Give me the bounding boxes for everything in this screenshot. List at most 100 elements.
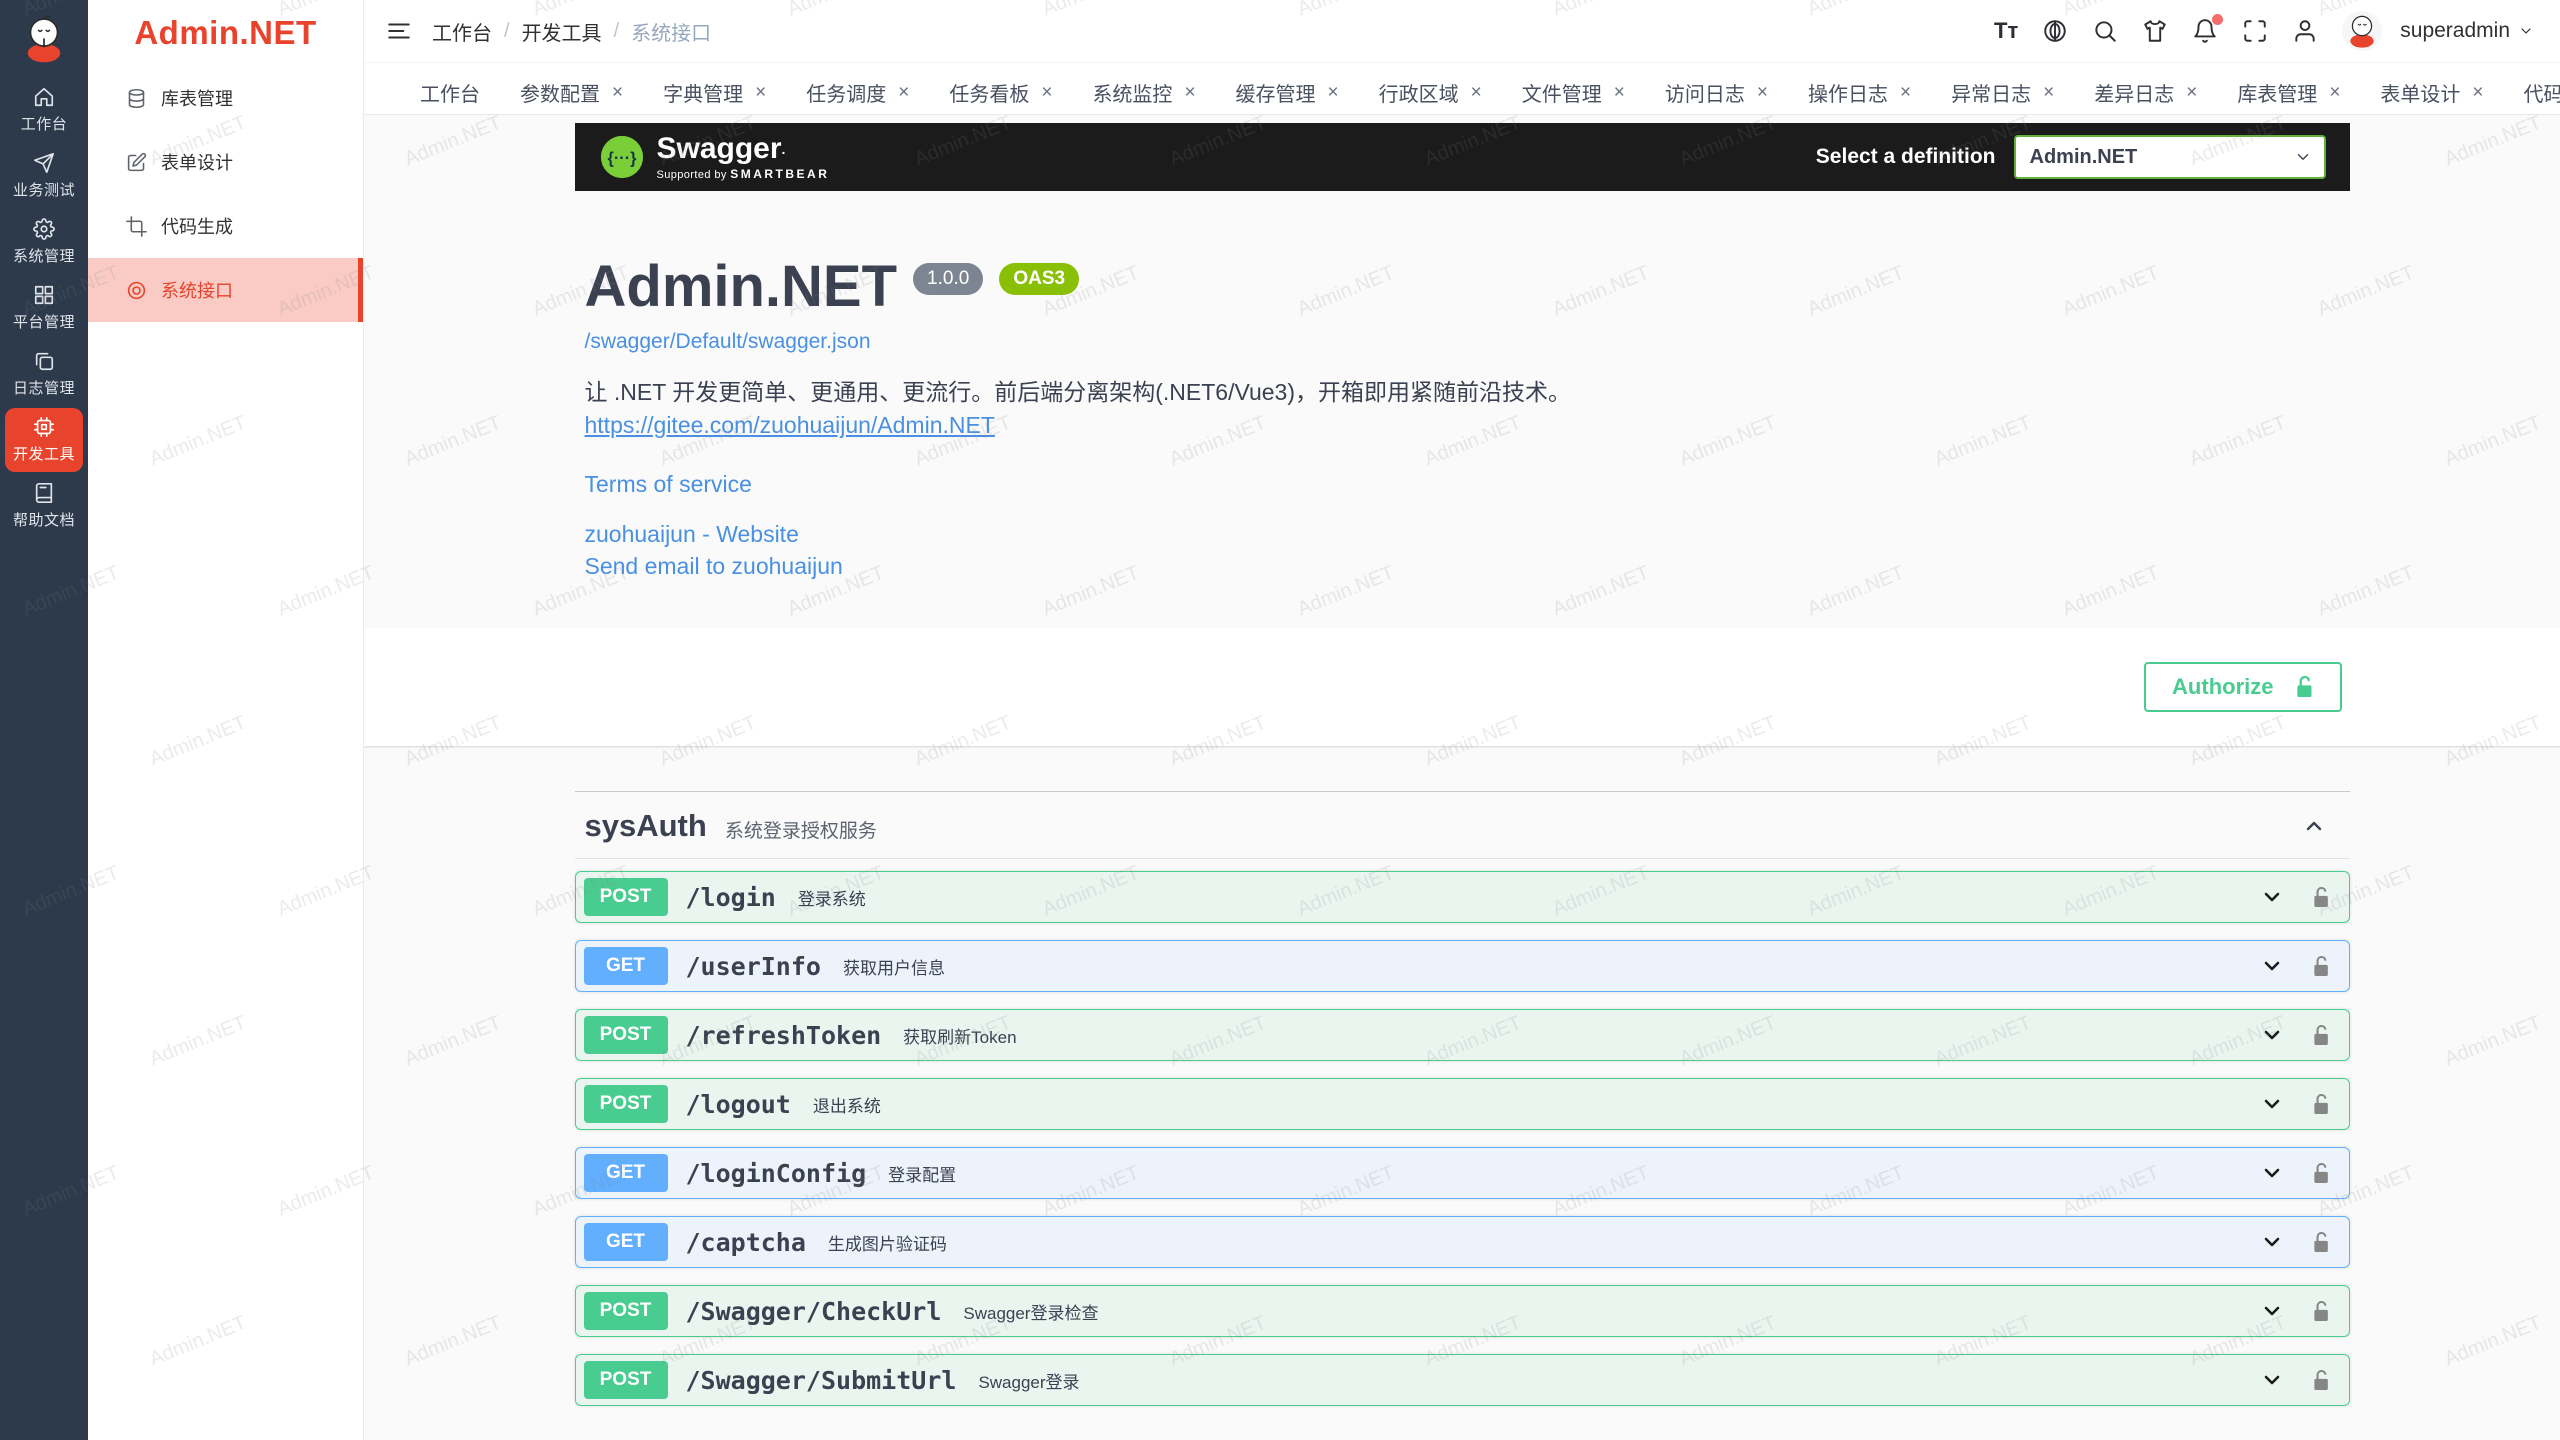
tab-label: 操作日志 <box>1808 78 1888 107</box>
sidebar-item[interactable]: 表单设计 <box>88 130 363 194</box>
tab-close-icon[interactable]: × <box>2043 83 2054 102</box>
search-icon[interactable] <box>2092 18 2118 44</box>
tab-close-icon[interactable]: × <box>2329 83 2340 102</box>
fullscreen-icon[interactable] <box>2242 18 2268 44</box>
terms-of-service-link[interactable]: Terms of service <box>585 471 752 498</box>
view-tab[interactable]: 库表管理 × <box>2217 70 2360 114</box>
chevron-down-icon[interactable] <box>2260 1299 2284 1323</box>
view-tab[interactable]: 任务调度 × <box>786 70 929 114</box>
tab-close-icon[interactable]: × <box>755 83 766 102</box>
lock-open-icon[interactable] <box>2312 1162 2331 1185</box>
tab-close-icon[interactable]: × <box>2186 83 2197 102</box>
api-endpoint-row[interactable]: GET /loginConfig 登录配置 <box>575 1147 2350 1199</box>
lock-open-icon[interactable] <box>2312 1300 2331 1323</box>
lock-open-icon[interactable] <box>2312 955 2331 978</box>
api-endpoint-row[interactable]: POST /login 登录系统 <box>575 871 2350 923</box>
chevron-down-icon[interactable] <box>2260 1230 2284 1254</box>
lock-open-icon[interactable] <box>2312 1231 2331 1254</box>
tab-close-icon[interactable]: × <box>1614 83 1625 102</box>
repo-link[interactable]: https://gitee.com/zuohuaijun/Admin.NET <box>585 412 995 438</box>
lock-open-icon[interactable] <box>2312 1024 2331 1047</box>
tab-label: 字典管理 <box>663 78 743 107</box>
language-icon[interactable] <box>2042 18 2068 44</box>
rail-nav-item[interactable]: 系统管理 <box>5 210 83 274</box>
sidebar-item[interactable]: 代码生成 <box>88 194 363 258</box>
tab-close-icon[interactable]: × <box>612 83 623 102</box>
definition-select[interactable]: Admin.NET <box>2014 135 2326 179</box>
notification-icon[interactable] <box>2192 18 2218 44</box>
tab-label: 异常日志 <box>1951 78 2031 107</box>
rail-nav-item[interactable]: 日志管理 <box>5 342 83 406</box>
api-endpoint-row[interactable]: GET /captcha 生成图片验证码 <box>575 1216 2350 1268</box>
api-endpoint-row[interactable]: POST /refreshToken 获取刷新Token <box>575 1009 2350 1061</box>
spec-json-link[interactable]: /swagger/Default/swagger.json <box>585 330 871 354</box>
theme-shirt-icon[interactable] <box>2142 18 2168 44</box>
tab-label: 缓存管理 <box>1236 78 1316 107</box>
view-tab[interactable]: 任务看板 × <box>929 70 1072 114</box>
rail-nav-item[interactable]: 工作台 <box>5 78 83 142</box>
view-tab[interactable]: 代码生成 × <box>2504 70 2560 114</box>
api-endpoint-row[interactable]: POST /Swagger/SubmitUrl Swagger登录 <box>575 1354 2350 1406</box>
lock-open-icon[interactable] <box>2312 886 2331 909</box>
api-endpoint-row[interactable]: POST /logout 退出系统 <box>575 1078 2350 1130</box>
api-endpoint-row[interactable]: POST /Swagger/CheckUrl Swagger登录检查 <box>575 1285 2350 1337</box>
tab-close-icon[interactable]: × <box>1041 83 1052 102</box>
view-tab[interactable]: 工作台 <box>400 70 500 114</box>
lock-open-icon[interactable] <box>2312 1369 2331 1392</box>
view-tab[interactable]: 表单设计 × <box>2360 70 2503 114</box>
sidebar-collapse-icon[interactable] <box>380 12 418 50</box>
rail-nav-item[interactable]: 开发工具 <box>5 408 83 472</box>
endpoint-path: /captcha <box>686 1228 806 1257</box>
swagger-content: {···} Swagger. Supported by SMARTBEAR Se… <box>364 115 2560 1440</box>
sidebar-item[interactable]: 系统接口 <box>88 258 363 322</box>
view-tab[interactable]: 文件管理 × <box>1502 70 1645 114</box>
user-menu[interactable]: superadmin <box>2400 19 2534 43</box>
rail-nav-item[interactable]: 业务测试 <box>5 144 83 208</box>
contact-website-link[interactable]: zuohuaijun - Website <box>585 518 799 550</box>
sidebar-item[interactable]: 库表管理 <box>88 66 363 130</box>
tab-close-icon[interactable]: × <box>1900 83 1911 102</box>
breadcrumb-item[interactable]: 开发工具 <box>522 17 602 46</box>
view-tab[interactable]: 行政区域 × <box>1359 70 1502 114</box>
chevron-down-icon[interactable] <box>2260 885 2284 909</box>
chevron-down-icon[interactable] <box>2260 1368 2284 1392</box>
endpoint-summary: 登录配置 <box>888 1161 956 1186</box>
api-tag-header[interactable]: sysUser 系统用户服务 <box>575 1423 2350 1440</box>
http-method-badge: GET <box>584 1154 668 1192</box>
definition-picker: Select a definition Admin.NET <box>1816 135 2326 179</box>
tab-close-icon[interactable]: × <box>1328 83 1339 102</box>
chevron-down-icon[interactable] <box>2260 1092 2284 1116</box>
view-tab[interactable]: 缓存管理 × <box>1216 70 1359 114</box>
rail-item-label: 开发工具 <box>13 443 75 464</box>
chevron-down-icon[interactable] <box>2260 954 2284 978</box>
endpoint-summary: Swagger登录 <box>978 1368 1079 1393</box>
view-tab[interactable]: 差异日志 × <box>2074 70 2217 114</box>
contact-email-link[interactable]: Send email to zuohuaijun <box>585 550 843 582</box>
tab-label: 任务看板 <box>949 78 1029 107</box>
tab-close-icon[interactable]: × <box>1757 83 1768 102</box>
view-tab[interactable]: 异常日志 × <box>1931 70 2074 114</box>
api-endpoint-row[interactable]: GET /userInfo 获取用户信息 <box>575 940 2350 992</box>
tab-close-icon[interactable]: × <box>1184 83 1195 102</box>
chevron-down-icon[interactable] <box>2260 1161 2284 1185</box>
view-tab[interactable]: 参数配置 × <box>500 70 643 114</box>
profile-icon[interactable] <box>2292 18 2318 44</box>
rail-nav-item[interactable]: 平台管理 <box>5 276 83 340</box>
view-tab[interactable]: 操作日志 × <box>1788 70 1931 114</box>
tab-close-icon[interactable]: × <box>1471 83 1482 102</box>
authorize-button[interactable]: Authorize <box>2144 662 2341 712</box>
breadcrumb-item[interactable]: 工作台 <box>432 17 492 46</box>
rail-nav-item[interactable]: 帮助文档 <box>5 474 83 538</box>
font-size-icon[interactable]: Tт <box>1994 18 2018 44</box>
user-avatar[interactable] <box>2342 11 2382 51</box>
api-tag-header[interactable]: sysAuth 系统登录授权服务 <box>575 792 2350 859</box>
chevron-down-icon[interactable] <box>2260 1023 2284 1047</box>
view-tab[interactable]: 系统监控 × <box>1072 70 1215 114</box>
tab-close-icon[interactable]: × <box>898 83 909 102</box>
view-tab[interactable]: 访问日志 × <box>1645 70 1788 114</box>
lock-open-icon[interactable] <box>2312 1093 2331 1116</box>
view-tab[interactable]: 字典管理 × <box>643 70 786 114</box>
tab-close-icon[interactable]: × <box>2472 83 2483 102</box>
app-logo-avatar[interactable] <box>0 0 88 78</box>
chevron-up-icon[interactable] <box>2302 814 2340 838</box>
